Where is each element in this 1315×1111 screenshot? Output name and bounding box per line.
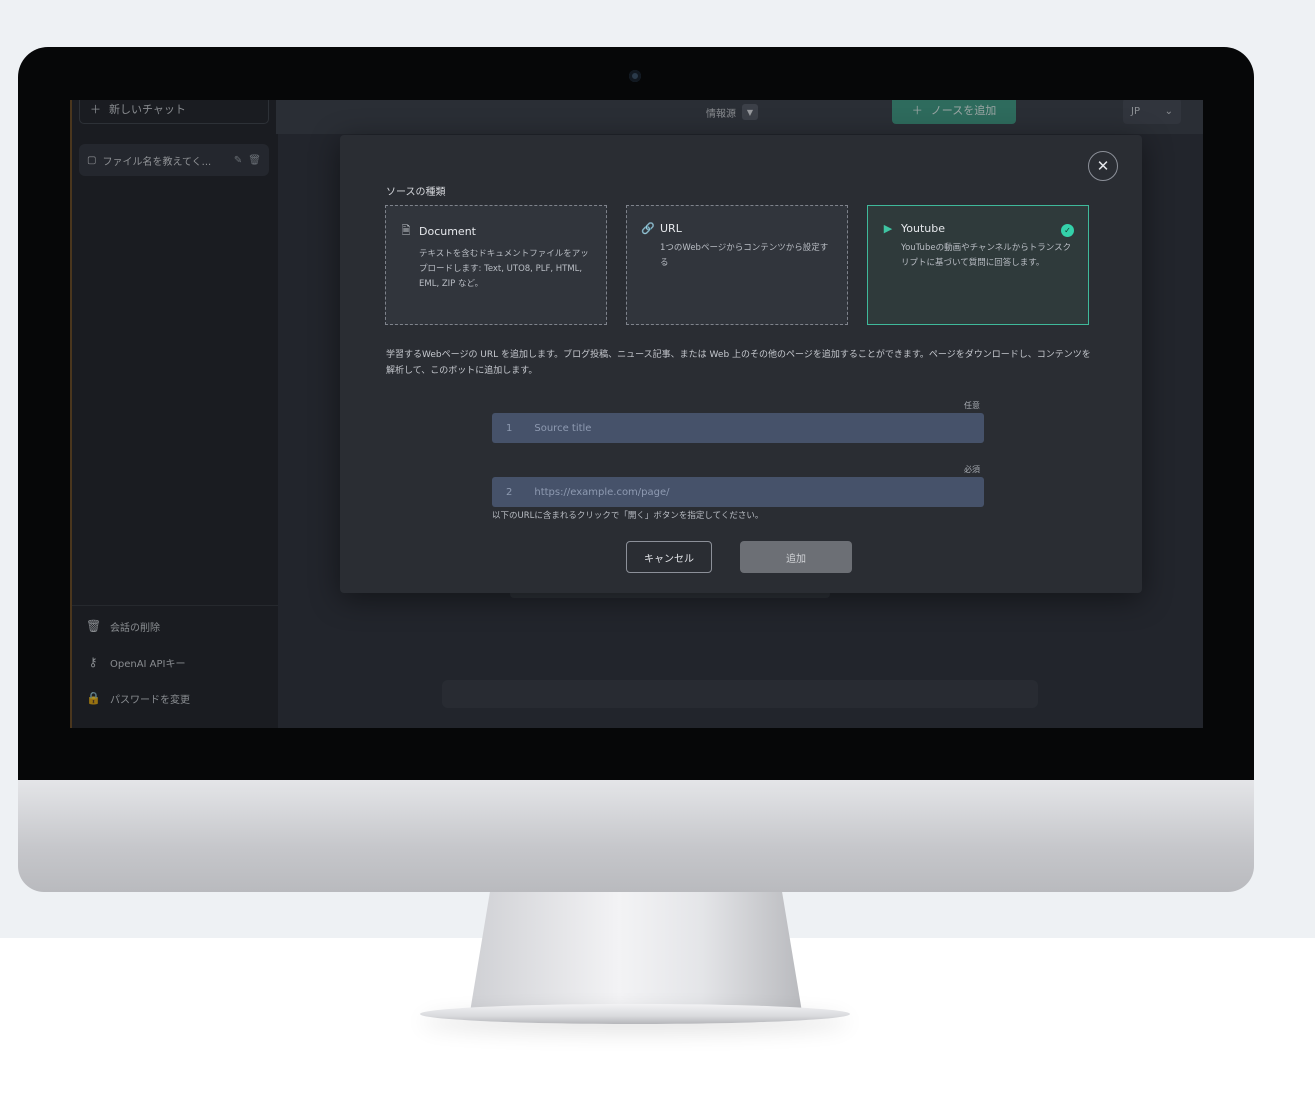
card-description: テキストを含むドキュメントファイルをアップロードします: Text, UTO8,… — [419, 249, 589, 289]
dialog-title: ソースの種類 — [386, 187, 446, 198]
link-icon: 🔗 — [641, 222, 655, 235]
field-placeholder: https://example.com/page/ — [534, 486, 670, 498]
card-title: Youtube — [901, 222, 945, 235]
camera-icon — [629, 70, 641, 82]
card-description: YouTubeの動画やチャンネルからトランスクリプトに基づいて質問に回答します。 — [901, 243, 1072, 268]
cancel-button[interactable]: キャンセル — [626, 541, 712, 573]
source-card-document[interactable]: 🗎 Document テキストを含むドキュメントファイルをアップロードします: … — [385, 205, 607, 325]
monitor-base — [420, 1004, 850, 1024]
field-index: 1 — [506, 422, 513, 434]
youtube-icon: ▶ — [883, 222, 893, 235]
card-title: Document — [419, 225, 476, 238]
card-description: 1つのWebページからコンテンツから設定する — [660, 243, 829, 268]
field-index: 2 — [506, 486, 513, 498]
source-title-input[interactable]: 1 Source title — [492, 413, 984, 443]
add-button[interactable]: 追加 — [740, 541, 852, 573]
card-title: URL — [660, 222, 682, 235]
app-screen: ＋ 新しいチャット ▢ ファイル名を教えてく... ✎ 🗑 🗑 会話の削除 ⚷ … — [70, 100, 1203, 728]
close-icon[interactable]: ✕ — [1088, 151, 1118, 181]
source-card-youtube[interactable]: ▶ Youtube YouTubeの動画やチャンネルからトランスクリプトに基づい… — [867, 205, 1089, 325]
dialog-description: 学習するWebページの URL を追加します。ブログ投稿、ニュース記事、または … — [386, 350, 1091, 376]
field-placeholder: Source title — [534, 422, 592, 434]
monitor-stand — [470, 892, 802, 1012]
required-tag: 必須 — [964, 465, 980, 474]
add-source-dialog: ✕ ソースの種類 🗎 Document テキストを含むドキュメントファイルをアッ… — [340, 135, 1142, 593]
optional-tag: 任意 — [964, 401, 980, 410]
field-help-text: 以下のURLに含まれるクリックで「開く」ボタンを指定してください。 — [492, 511, 764, 521]
selected-check-icon: ✓ — [1061, 224, 1074, 237]
source-url-input[interactable]: 2 https://example.com/page/ — [492, 477, 984, 507]
document-icon: 🗎 — [401, 224, 411, 237]
source-card-url[interactable]: 🔗 URL 1つのWebページからコンテンツから設定する — [626, 205, 848, 325]
monitor-chin — [18, 780, 1254, 892]
